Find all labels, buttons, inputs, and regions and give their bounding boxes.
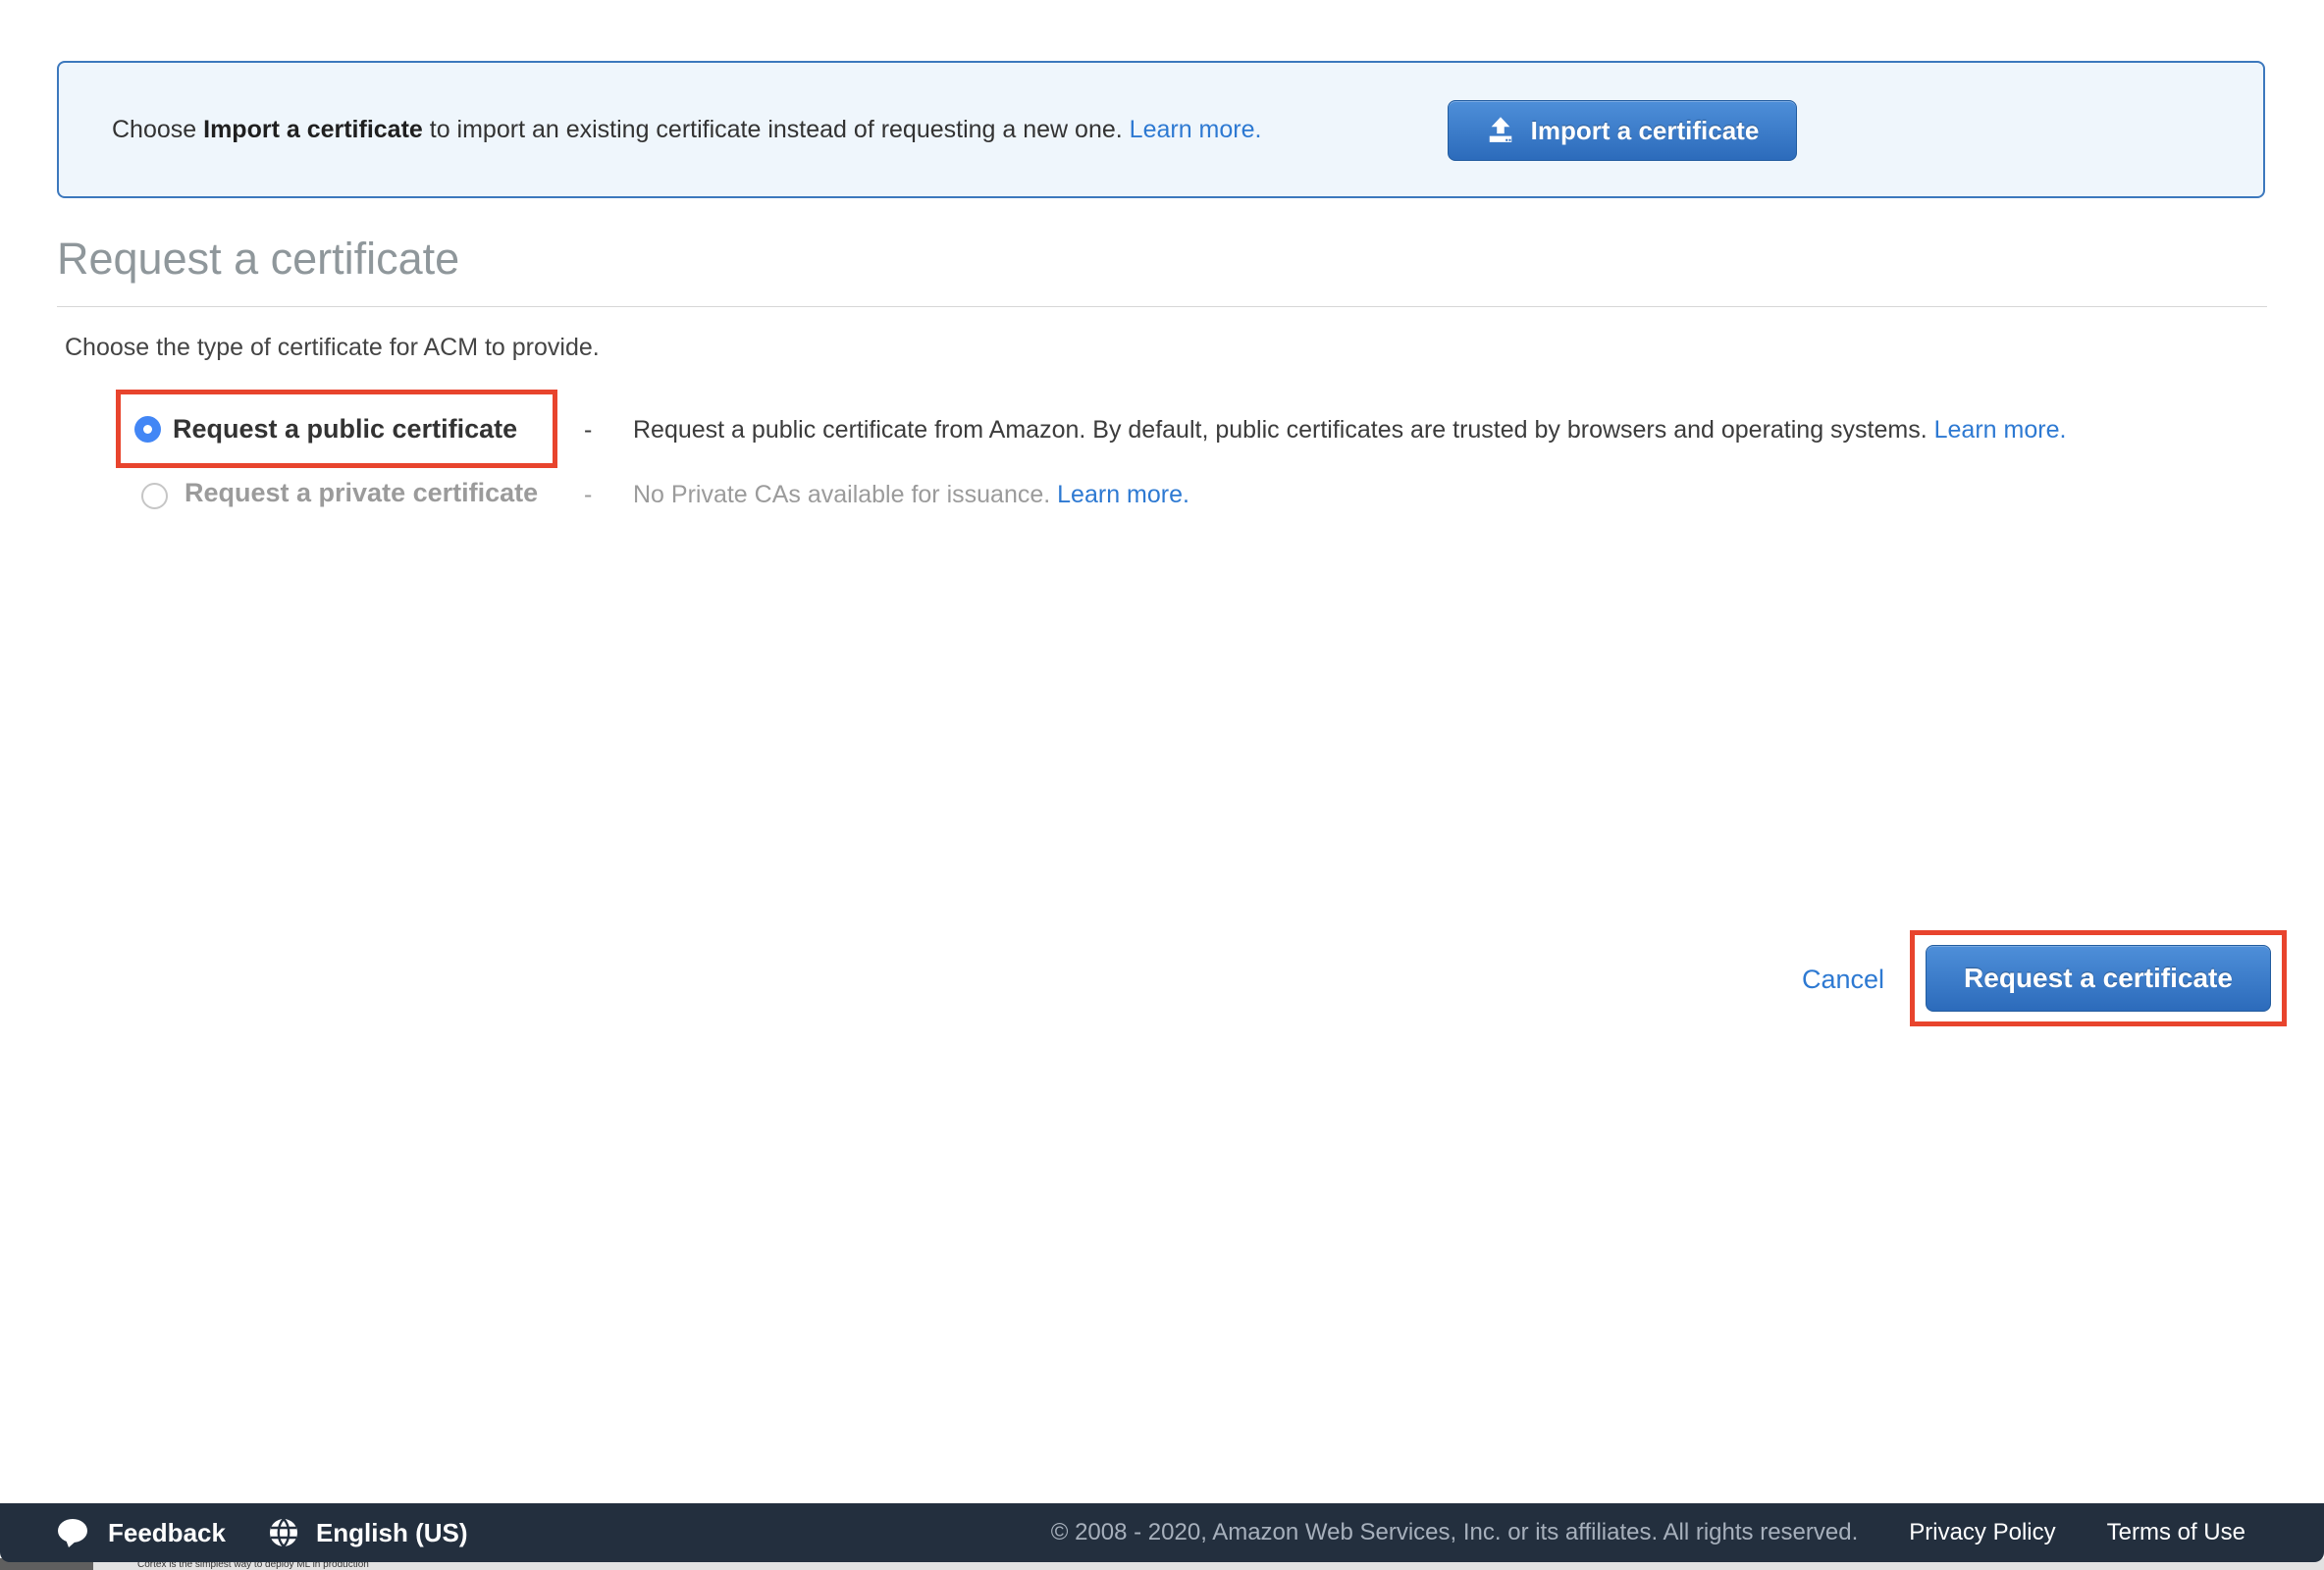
private-certificate-description: No Private CAs available for issuance. L… bbox=[633, 481, 1189, 509]
public-description-text: Request a public certificate from Amazon… bbox=[633, 416, 1934, 444]
highlight-box-public-option: Request a public certificate bbox=[116, 390, 557, 468]
language-label: English (US) bbox=[316, 1518, 468, 1548]
privacy-policy-link[interactable]: Privacy Policy bbox=[1909, 1519, 2055, 1546]
speech-bubble-icon bbox=[57, 1518, 90, 1547]
title-divider bbox=[57, 306, 2267, 307]
cancel-link[interactable]: Cancel bbox=[1802, 965, 1884, 995]
radio-private-certificate-disabled bbox=[141, 483, 168, 509]
feedback-button[interactable]: Feedback bbox=[57, 1518, 226, 1548]
public-certificate-description: Request a public certificate from Amazon… bbox=[633, 416, 2066, 445]
public-certificate-label: Request a public certificate bbox=[173, 414, 517, 445]
footer-bar: Feedback English (US) © 2008 - 2020, Ama… bbox=[0, 1503, 2324, 1562]
copyright-text: © 2008 - 2020, Amazon Web Services, Inc.… bbox=[1051, 1519, 1859, 1546]
separator-dash: - bbox=[584, 416, 592, 445]
highlight-box-submit-button: Request a certificate bbox=[1910, 930, 2287, 1026]
private-learn-more-link[interactable]: Learn more. bbox=[1057, 481, 1189, 508]
banner-message: Choose Import a certificate to import an… bbox=[112, 63, 1261, 196]
public-certificate-option[interactable]: Request a public certificate bbox=[121, 394, 553, 463]
separator-dash: - bbox=[584, 481, 592, 509]
public-learn-more-link[interactable]: Learn more. bbox=[1934, 416, 2067, 444]
banner-learn-more-link[interactable]: Learn more. bbox=[1130, 116, 1262, 143]
language-selector[interactable]: English (US) bbox=[269, 1518, 468, 1548]
page-subtitle: Choose the type of certificate for ACM t… bbox=[65, 334, 600, 362]
private-certificate-label: Request a private certificate bbox=[185, 478, 538, 508]
banner-text-suffix: to import an existing certificate instea… bbox=[423, 116, 1130, 143]
request-certificate-button[interactable]: Request a certificate bbox=[1926, 945, 2271, 1012]
terms-of-use-link[interactable]: Terms of Use bbox=[2107, 1519, 2245, 1546]
import-certificate-button[interactable]: Import a certificate bbox=[1448, 100, 1797, 161]
private-description-text: No Private CAs available for issuance. bbox=[633, 481, 1057, 508]
radio-public-certificate-selected[interactable] bbox=[134, 416, 161, 443]
page-title: Request a certificate bbox=[57, 234, 459, 285]
import-info-banner: Choose Import a certificate to import an… bbox=[57, 61, 2265, 198]
upload-icon bbox=[1486, 116, 1515, 145]
globe-icon bbox=[269, 1518, 298, 1547]
banner-text-bold: Import a certificate bbox=[203, 116, 423, 143]
banner-text-prefix: Choose bbox=[112, 116, 203, 143]
import-button-label: Import a certificate bbox=[1531, 116, 1760, 146]
feedback-label: Feedback bbox=[108, 1518, 226, 1548]
